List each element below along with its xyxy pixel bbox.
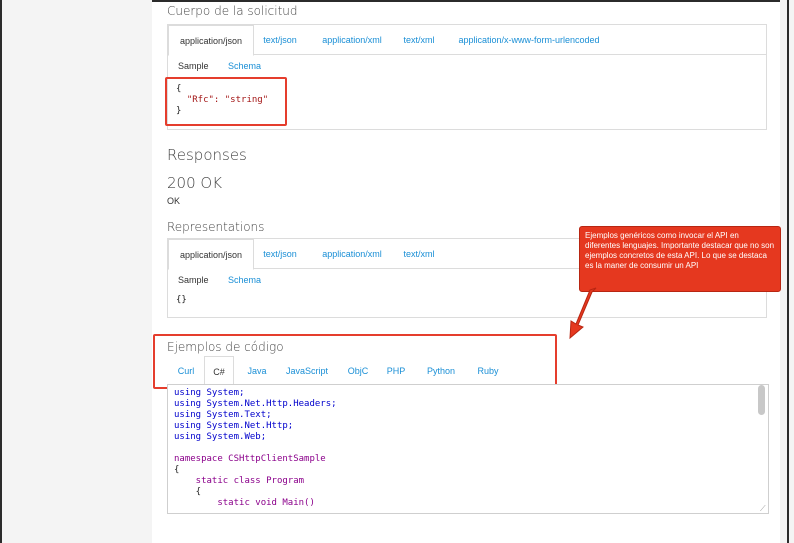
- tab-resp-text-xml[interactable]: text/xml: [400, 239, 438, 269]
- tab-application-xml[interactable]: application/xml: [316, 25, 388, 55]
- annotation-arrow-icon: [569, 287, 597, 340]
- tab-application-json[interactable]: application/json: [168, 25, 254, 56]
- resp-subtab-sample[interactable]: Sample: [178, 275, 209, 285]
- subtab-schema[interactable]: Schema: [228, 61, 261, 71]
- code-scrollbar[interactable]: [758, 385, 765, 415]
- response-sample-code: {}: [176, 295, 187, 305]
- resize-handle-icon[interactable]: ⟋: [760, 504, 766, 514]
- annotation-callout: Ejemplos genéricos como invocar el API e…: [579, 226, 781, 292]
- request-content-type-tabs: application/json text/json application/x…: [168, 25, 766, 56]
- status-code: 200 OK: [167, 174, 223, 192]
- representations-heading: Representations: [167, 220, 265, 234]
- responses-heading: Responses: [167, 146, 247, 164]
- status-description: OK: [167, 196, 181, 206]
- highlight-request-sample: [165, 77, 287, 126]
- code-example-content: using System; using System.Net.Http.Head…: [174, 388, 337, 508]
- tab-resp-text-json[interactable]: text/json: [258, 239, 302, 269]
- left-gutter: [0, 0, 152, 543]
- window-right-border: [787, 0, 789, 543]
- request-body-heading: Cuerpo de la solicitud: [167, 4, 298, 18]
- tab-text-json[interactable]: text/json: [258, 25, 302, 55]
- tab-resp-application-xml[interactable]: application/xml: [316, 239, 388, 269]
- resp-subtab-schema[interactable]: Schema: [228, 275, 261, 285]
- subtab-sample[interactable]: Sample: [178, 61, 209, 71]
- tab-form-urlencoded[interactable]: application/x-www-form-urlencoded: [452, 25, 606, 55]
- tab-text-xml[interactable]: text/xml: [400, 25, 438, 55]
- code-example-textarea[interactable]: using System; using System.Net.Http.Head…: [167, 384, 769, 514]
- highlight-code-examples: [153, 334, 557, 389]
- tab-resp-application-json[interactable]: application/json: [168, 239, 254, 270]
